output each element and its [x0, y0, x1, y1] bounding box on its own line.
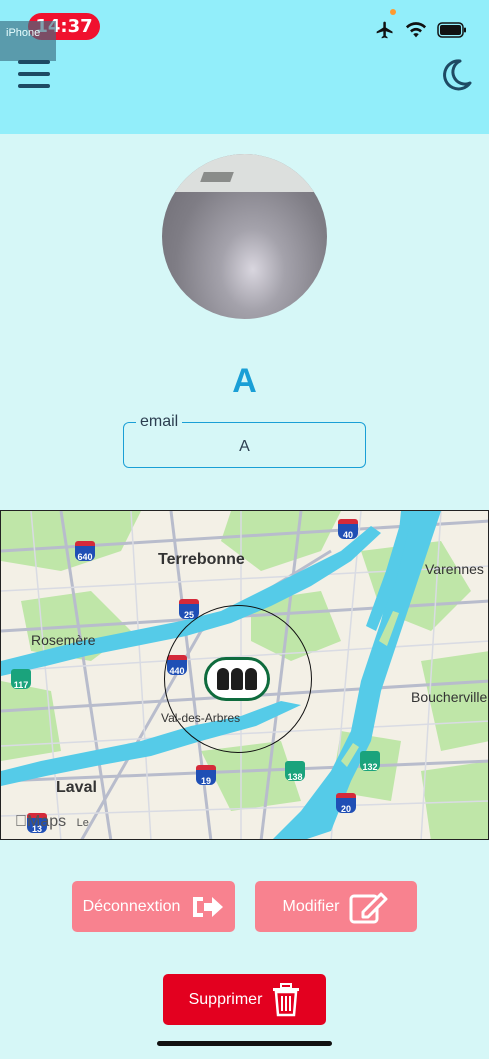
avatar[interactable]: [162, 154, 327, 319]
map-label-laval: Laval: [56, 779, 97, 796]
wifi-icon: [405, 22, 427, 38]
highway-shield-117: 117: [11, 669, 31, 690]
highway-shield-132: 132: [360, 751, 380, 772]
highway-shield-40: 40: [338, 519, 358, 540]
map-label-rosemere: Rosemère: [31, 632, 96, 648]
highway-shield-20: 20: [336, 793, 356, 814]
email-field[interactable]: email A: [123, 413, 366, 468]
home-indicator[interactable]: [157, 1041, 332, 1046]
moon-icon[interactable]: [438, 57, 474, 93]
airplane-icon: [376, 21, 393, 39]
map-label-boucherville: Boucherville: [411, 689, 488, 705]
device-label: iPhone: [0, 21, 56, 61]
user-name: A: [232, 362, 257, 400]
app-header: 14:37 iPhone: [0, 0, 489, 134]
sign-out-icon: [193, 896, 224, 917]
privacy-indicator: [390, 9, 396, 15]
apple-logo-icon: : [15, 813, 27, 830]
logout-label: Déconnextion: [82, 897, 181, 915]
hamburger-menu-icon[interactable]: [18, 60, 50, 92]
trash-icon: [273, 982, 300, 1016]
status-icons: [375, 20, 467, 40]
map-label-terrebonne: Terrebonne: [158, 551, 245, 568]
edit-button[interactable]: Modifier: [255, 881, 417, 932]
logout-button[interactable]: Déconnextion: [72, 881, 235, 932]
battery-icon: [437, 22, 466, 38]
map-view[interactable]: Terrebonne Rosemère Val-des-Arbres Laval…: [0, 510, 489, 840]
highway-shield-25: 25: [179, 599, 199, 620]
delete-button[interactable]: Supprimer: [163, 974, 326, 1025]
map-label-varennes: Varennes: [425, 561, 484, 577]
highway-shield-138: 138: [285, 761, 305, 782]
edit-label: Modifier: [282, 897, 340, 915]
legal-link[interactable]: Le: [77, 817, 89, 829]
email-value: A: [239, 438, 250, 455]
highway-shield-640: 640: [75, 541, 95, 562]
delete-label: Supprimer: [188, 990, 263, 1008]
maps-brand: Maps Le: [15, 813, 89, 831]
highway-shield-19: 19: [196, 765, 216, 786]
email-label: email: [136, 413, 183, 431]
location-marker-icon[interactable]: [204, 657, 270, 701]
edit-icon: [349, 892, 388, 923]
